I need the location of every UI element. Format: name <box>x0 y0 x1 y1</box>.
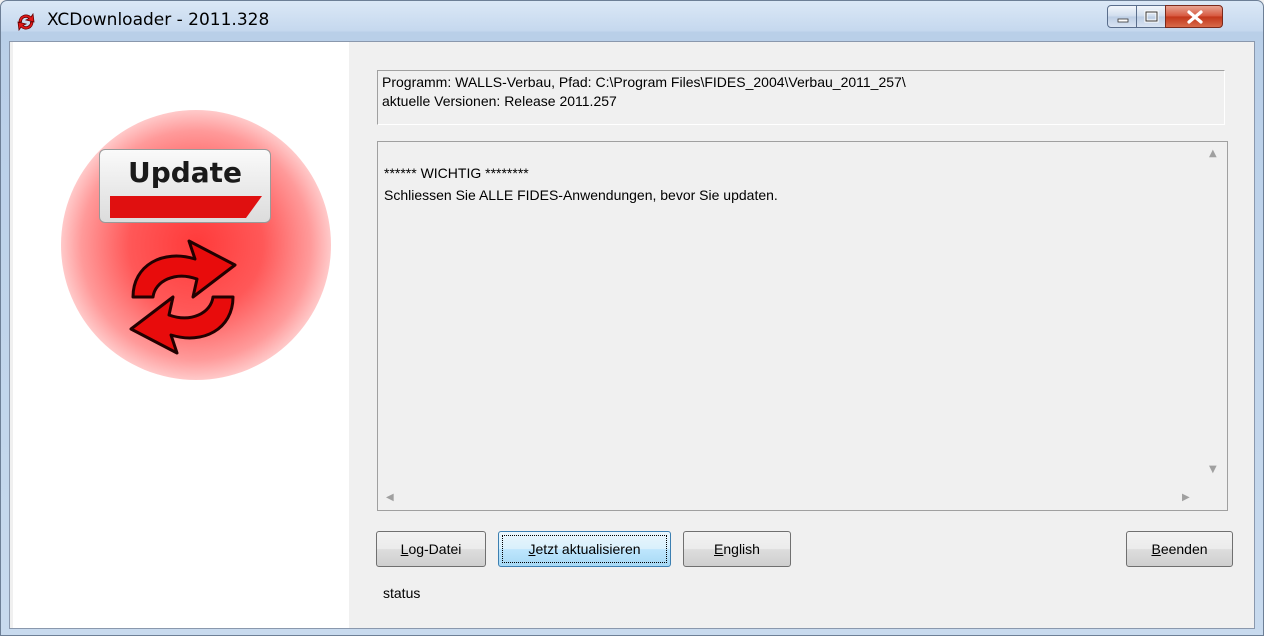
scroll-right-icon[interactable]: ▶ <box>1182 492 1190 503</box>
close-icon <box>1187 10 1203 24</box>
scroll-up-icon[interactable]: ▲ <box>1209 148 1217 159</box>
update-badge-text: Update <box>127 156 243 189</box>
minimize-button[interactable] <box>1107 5 1137 28</box>
current-version-text: aktuelle Versionen: Release 2011.257 <box>382 93 617 109</box>
update-arrows-icon <box>129 239 237 355</box>
quit-label: eenden <box>1160 541 1208 557</box>
horizontal-scrollbar[interactable]: ◀ ▶ <box>378 488 1201 510</box>
focus-rectangle <box>502 535 667 563</box>
maximize-icon <box>1144 10 1159 23</box>
window-title: XCDownloader - 2011.328 <box>47 10 270 30</box>
status-text: status <box>383 585 421 601</box>
scroll-down-icon[interactable]: ▼ <box>1209 464 1217 475</box>
english-label: nglish <box>723 541 760 557</box>
title-bar[interactable]: XCDownloader - 2011.328 <box>1 1 1263 41</box>
close-button[interactable] <box>1165 5 1223 28</box>
memo-instruction-line: Schliessen Sie ALLE FIDES-Anwendungen, b… <box>384 187 778 203</box>
program-path-text: Programm: WALLS-Verbau, Pfad: C:\Program… <box>382 74 906 90</box>
vertical-scrollbar[interactable]: ▲ ▼ <box>1201 142 1227 488</box>
app-window: XCDownloader - 2011.328 Update Programm:… <box>0 0 1264 636</box>
minimize-icon <box>1117 18 1129 23</box>
quit-mnemonic: B <box>1151 541 1161 557</box>
message-memo[interactable]: ****** WICHTIG ******** Schliessen Sie A… <box>377 141 1228 511</box>
memo-warning-line: ****** WICHTIG ******** <box>384 165 529 181</box>
quit-button[interactable]: Beenden <box>1126 531 1233 567</box>
program-info-box: Programm: WALLS-Verbau, Pfad: C:\Program… <box>377 70 1225 125</box>
update-badge: Update <box>99 149 271 223</box>
left-banner: Update <box>13 42 349 628</box>
app-icon <box>17 12 35 32</box>
log-file-label: og-Datei <box>408 541 462 557</box>
update-now-button[interactable]: Jetzt aktualisieren <box>498 531 671 567</box>
log-file-button[interactable]: Log-Datei <box>376 531 486 567</box>
english-button[interactable]: English <box>683 531 791 567</box>
update-bar-shape <box>110 196 262 218</box>
maximize-button[interactable] <box>1136 5 1166 28</box>
english-mnemonic: E <box>714 541 724 557</box>
scroll-left-icon[interactable]: ◀ <box>386 492 394 503</box>
